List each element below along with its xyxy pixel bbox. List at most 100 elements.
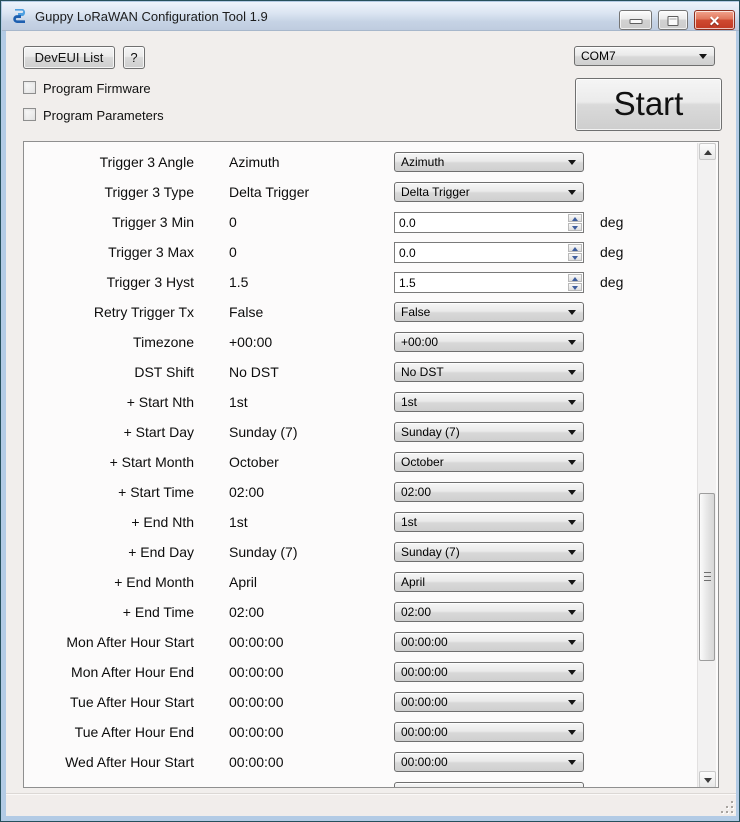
- window-title: Guppy LoRaWAN Configuration Tool 1.9: [35, 9, 268, 24]
- dropdown-selected-value: 1st: [401, 515, 418, 529]
- chevron-down-icon: [568, 400, 576, 405]
- scroll-down-button[interactable]: [699, 771, 716, 787]
- setting-dropdown[interactable]: No DST: [394, 362, 584, 382]
- setting-label: Trigger 3 Type: [104, 184, 195, 200]
- scrollbar-thumb[interactable]: [699, 493, 715, 661]
- setting-dropdown[interactable]: 1st: [394, 512, 584, 532]
- scroll-up-button[interactable]: [699, 143, 716, 160]
- maximize-icon: [667, 16, 679, 26]
- config-row: + End Nth 1st 1st: [24, 512, 718, 533]
- setting-label: Timezone: [133, 334, 194, 350]
- help-button[interactable]: ?: [123, 46, 145, 69]
- setting-dropdown[interactable]: April: [394, 572, 584, 592]
- spinner-down-button[interactable]: [568, 283, 582, 291]
- setting-dropdown[interactable]: 00:00:00: [394, 722, 584, 742]
- setting-current-value: 0: [229, 244, 237, 260]
- setting-dropdown[interactable]: Sunday (7): [394, 422, 584, 442]
- settings-panel: Trigger 3 Angle Azimuth Azimuth Trigger …: [23, 141, 719, 788]
- setting-dropdown[interactable]: 00:00:00: [394, 662, 584, 682]
- spinner-value: 0.0: [399, 246, 416, 260]
- spinner-buttons: [568, 244, 582, 261]
- setting-label: Trigger 3 Min: [112, 214, 194, 230]
- spinner-buttons: [568, 214, 582, 231]
- app-icon: [13, 9, 26, 23]
- setting-dropdown[interactable]: Delta Trigger: [394, 182, 584, 202]
- chevron-down-icon: [568, 460, 576, 465]
- setting-current-value: +00:00: [229, 334, 273, 350]
- setting-label: Trigger 3 Max: [108, 244, 194, 260]
- setting-dropdown[interactable]: 00:00:00: [394, 632, 584, 652]
- chevron-down-icon: [568, 580, 576, 585]
- setting-current-value: No DST: [229, 364, 279, 380]
- program-parameters-checkbox[interactable]: [23, 108, 36, 121]
- chevron-down-icon: [568, 610, 576, 615]
- dropdown-selected-value: 00:00:00: [401, 695, 448, 709]
- unit-label: deg: [600, 274, 624, 290]
- close-button[interactable]: ✕: [694, 10, 735, 30]
- spinner-up-button[interactable]: [568, 274, 582, 282]
- setting-label: + End Day: [128, 544, 194, 560]
- config-row: + Start Day Sunday (7) Sunday (7): [24, 422, 718, 443]
- setting-dropdown[interactable]: +00:00: [394, 332, 584, 352]
- setting-spinner-input[interactable]: 0.0: [394, 212, 584, 233]
- spinner-down-button[interactable]: [568, 223, 582, 231]
- dropdown-selected-value: False: [401, 305, 431, 319]
- setting-dropdown[interactable]: October: [394, 452, 584, 472]
- setting-dropdown[interactable]: Sunday (7): [394, 542, 584, 562]
- resize-grip[interactable]: [720, 800, 733, 813]
- vertical-scrollbar[interactable]: [697, 143, 716, 787]
- setting-dropdown[interactable]: False: [394, 302, 584, 322]
- client-area: DevEUI List ? COM7 Program Firmware Prog…: [6, 31, 736, 816]
- setting-current-value: 0: [229, 214, 237, 230]
- setting-dropdown[interactable]: 02:00: [394, 602, 584, 622]
- program-firmware-checkbox[interactable]: [23, 81, 36, 94]
- unit-label: deg: [600, 244, 624, 260]
- setting-label: DST Shift: [134, 364, 194, 380]
- setting-label: Tue After Hour End: [74, 724, 194, 740]
- setting-dropdown[interactable]: 00:00:00: [394, 752, 584, 772]
- dropdown-selected-value: Sunday (7): [401, 425, 460, 439]
- config-row: Trigger 3 Type Delta Trigger Delta Trigg…: [24, 182, 718, 203]
- close-icon: ✕: [708, 13, 721, 29]
- config-row: + End Time 02:00 02:00: [24, 602, 718, 623]
- triangle-up-icon: [704, 150, 712, 155]
- dropdown-selected-value: 00:00:00: [401, 635, 448, 649]
- spinner-up-button[interactable]: [568, 244, 582, 252]
- setting-spinner-input[interactable]: 1.5: [394, 272, 584, 293]
- deveui-list-button[interactable]: DevEUI List: [23, 46, 115, 69]
- com-port-dropdown[interactable]: COM7: [574, 46, 715, 66]
- dropdown-selected-value: Delta Trigger: [401, 185, 470, 199]
- setting-current-value: False: [229, 304, 264, 320]
- dropdown-selected-value: 1st: [401, 395, 418, 409]
- maximize-button[interactable]: [658, 10, 688, 30]
- config-row: Tue After Hour Start 00:00:00 00:00:00: [24, 692, 718, 713]
- spinner-down-button[interactable]: [568, 253, 582, 261]
- minimize-icon: [629, 19, 642, 24]
- spinner-up-button[interactable]: [568, 214, 582, 222]
- setting-label: + End Time: [122, 604, 194, 620]
- minimize-button[interactable]: [619, 10, 652, 30]
- chevron-down-icon: [568, 730, 576, 735]
- dropdown-selected-value: Azimuth: [401, 155, 445, 169]
- setting-current-value: Azimuth: [229, 154, 280, 170]
- start-button[interactable]: Start: [575, 78, 722, 131]
- config-row: + End Day Sunday (7) Sunday (7): [24, 542, 718, 563]
- setting-current-value: Sunday (7): [229, 424, 298, 440]
- setting-current-value: April: [229, 574, 258, 590]
- setting-current-value: 02:00: [229, 604, 265, 620]
- title-bar[interactable]: Guppy LoRaWAN Configuration Tool 1.9 ✕: [2, 2, 739, 31]
- setting-dropdown[interactable]: 00:00:00: [394, 692, 584, 712]
- chevron-down-icon: [568, 160, 576, 165]
- dropdown-selected-value: No DST: [401, 365, 444, 379]
- chevron-down-icon: [568, 490, 576, 495]
- setting-dropdown[interactable]: 02:00: [394, 482, 584, 502]
- setting-spinner-input[interactable]: 0.0: [394, 242, 584, 263]
- setting-current-value: 00:00:00: [229, 754, 284, 770]
- setting-dropdown[interactable]: [394, 782, 584, 787]
- setting-dropdown[interactable]: 1st: [394, 392, 584, 412]
- chevron-down-icon: [568, 670, 576, 675]
- app-window: Guppy LoRaWAN Configuration Tool 1.9 ✕ D…: [0, 0, 740, 822]
- setting-dropdown[interactable]: Azimuth: [394, 152, 584, 172]
- dropdown-selected-value: 00:00:00: [401, 665, 448, 679]
- chevron-down-icon: [699, 54, 707, 59]
